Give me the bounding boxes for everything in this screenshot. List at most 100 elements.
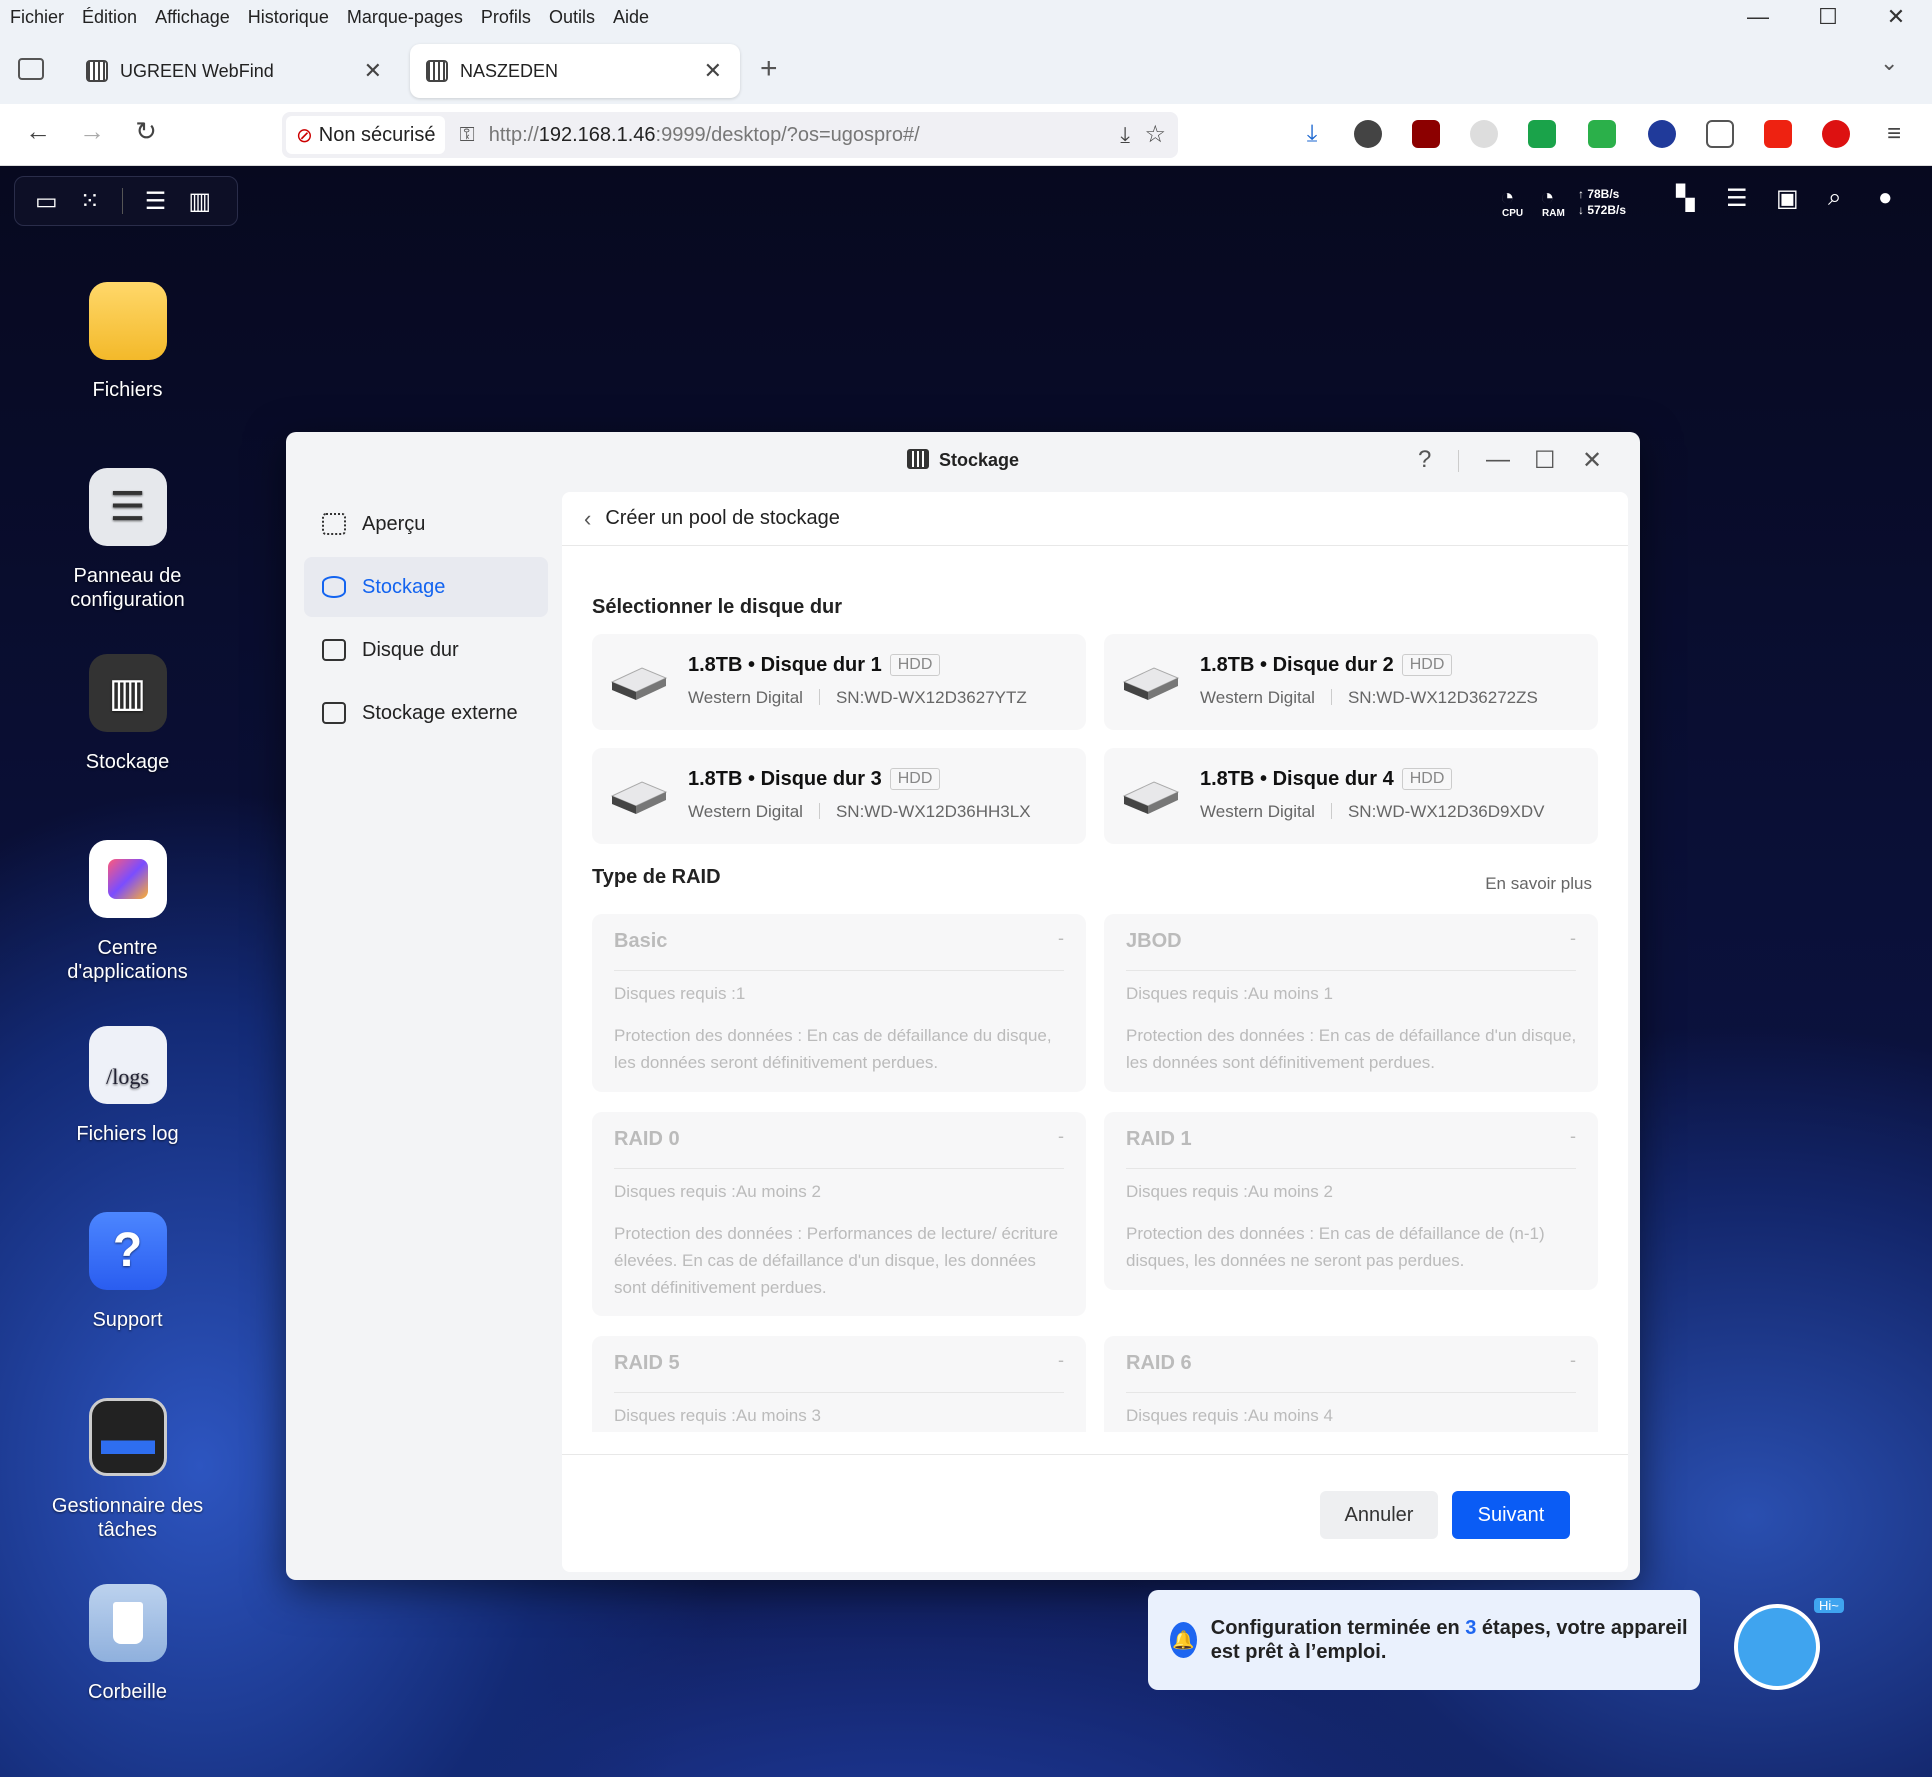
downloads-icon[interactable]: ⤓ [1298,120,1326,148]
messages-icon[interactable]: ▣ [1776,184,1799,213]
browser-minimize-button[interactable]: — [1738,4,1778,30]
bookmark-star-icon[interactable]: ☆ [1144,120,1166,149]
desktop-icon-fichiers-log[interactable]: /logs Fichiers log [40,1026,215,1146]
show-desktop-icon[interactable]: ▭ [35,187,58,216]
browser-maximize-button[interactable]: ☐ [1808,4,1848,30]
menu-aide[interactable]: Aide [613,7,649,28]
desktop-icon-corbeille[interactable]: Corbeille [40,1584,215,1704]
app-center-icon [88,840,167,918]
menu-outils[interactable]: Outils [549,7,595,28]
cpu-label: CPU [1502,208,1524,219]
network-speed[interactable]: ↑ 78B/s ↓ 572B/s [1578,186,1626,218]
ublock-icon[interactable] [1412,120,1440,148]
desktop-icon-panneau-de-configuration[interactable]: ☰ Panneau de configuration [40,468,215,612]
desktop-icon-fichiers[interactable]: Fichiers [40,282,215,402]
disk-subtitle: Western Digital SN:WD-WX12D36HH3LX [688,802,1031,821]
tab-ugreen-webfind[interactable]: UGREEN WebFind ✕ [70,44,400,98]
dock-settings-icon[interactable]: ☰ [145,187,167,216]
forward-arrow-icon[interactable]: → [74,116,110,147]
back-arrow-icon[interactable]: ← [20,116,56,147]
raid-option-raid5[interactable]: RAID 5 - Disques requis :Au moins 3 [592,1336,1086,1432]
extension-cloud-icon[interactable] [1470,120,1498,148]
extension-globe-icon[interactable] [1648,120,1676,148]
menu-edition[interactable]: Édition [82,7,137,28]
raid-divider [1126,970,1576,971]
raid-disks-required: Disques requis :Au moins 2 [614,1182,821,1201]
panel-header: ‹ Créer un pool de stockage [562,492,1628,546]
new-tab-icon[interactable]: + [760,52,778,86]
raid-option-basic[interactable]: Basic - Disques requis :1 Protection des… [592,914,1086,1092]
menu-affichage[interactable]: Affichage [155,7,230,28]
menu-historique[interactable]: Historique [248,7,329,28]
next-button[interactable]: Suivant [1452,1491,1570,1539]
window-close-button[interactable]: ✕ [1582,446,1602,475]
tab-close-icon[interactable]: ✕ [704,58,722,84]
disk-card-2[interactable]: 1.8TB • Disque dur 2 HDD Western Digital S… [1104,634,1598,730]
window-maximize-button[interactable]: ☐ [1534,446,1556,475]
raid-option-jbod[interactable]: JBOD - Disques requis :Au moins 1 Protec… [1104,914,1598,1092]
search-icon[interactable]: ⌕ [1828,184,1841,212]
url-text[interactable]: http://192.168.1.46:9999/desktop/?os=ugo… [489,124,920,147]
window-title-bar[interactable]: Stockage [286,432,1640,488]
tasks-list-icon[interactable]: ☰ [1726,184,1748,213]
raid-type-title: Type de RAID [592,866,721,888]
raid-divider [614,1168,1064,1169]
raid-option-raid6[interactable]: RAID 6 - Disques requis :Au moins 4 [1104,1336,1598,1432]
reload-icon[interactable]: ↻ [128,116,164,147]
sidebar-item-stockage-externe[interactable]: Stockage externe [304,683,548,743]
raid-disks-required: Disques requis :1 [614,984,746,1003]
address-bar[interactable]: ⊘ Non sécurisé ⚿ http://192.168.1.46:999… [282,112,1178,158]
window-help-button[interactable]: ? [1418,446,1431,474]
menu-fichier[interactable]: Fichier [10,7,64,28]
raid-status: - [1570,1126,1576,1146]
sidebar-item-apercu[interactable]: Aperçu [304,494,548,554]
widgets-icon[interactable]: ▚ [1676,184,1694,213]
extension-money-icon[interactable] [1588,120,1616,148]
app-grid-icon[interactable]: ⁙ [80,187,100,216]
learn-more-link[interactable]: En savoir plus [1485,874,1592,894]
setup-complete-toast[interactable]: 🔔 Configuration terminée en 3 étapes, vo… [1148,1590,1700,1690]
disk-card-4[interactable]: 1.8TB • Disque dur 4 HDD Western Digital S… [1104,748,1598,844]
extension-green-icon[interactable] [1528,120,1556,148]
raid-name: RAID 5 [614,1352,680,1374]
desktop-icon-support[interactable]: ? Support [40,1212,215,1332]
window-minimize-button[interactable]: — [1486,446,1510,474]
cancel-button[interactable]: Annuler [1320,1491,1438,1539]
security-indicator[interactable]: ⊘ Non sécurisé [286,116,446,154]
menu-profils[interactable]: Profils [481,7,531,28]
sidebar-item-label: Stockage externe [362,701,518,724]
disk-title: 1.8TB • Disque dur 1 HDD [688,654,941,677]
extension-p-icon[interactable] [1354,120,1382,148]
tab-overflow-chevron-icon[interactable]: ⌄ [1880,50,1898,76]
tab-list-icon[interactable] [18,58,44,80]
extension-red-icon[interactable] [1822,120,1850,148]
desktop-icon-stockage[interactable]: ▥ Stockage [40,654,215,774]
extension-shield-icon[interactable] [1764,120,1792,148]
sidebar-item-stockage[interactable]: Stockage [304,557,548,617]
assistant-robot-icon[interactable] [1734,1604,1820,1690]
extensions-puzzle-icon[interactable] [1706,120,1734,148]
browser-menu-icon[interactable]: ≡ [1880,120,1908,148]
window-title: Stockage [938,450,1020,470]
desktop-icon-centre-applications[interactable]: Centre d'applications [40,840,215,984]
browser-close-button[interactable]: ✕ [1876,4,1916,30]
sidebar-item-disque-dur[interactable]: Disque dur [304,620,548,680]
user-icon[interactable]: ● [1878,184,1893,212]
dock-storage-icon[interactable]: ▥ [188,187,211,216]
raid-option-raid1[interactable]: RAID 1 - Disques requis :Au moins 2 Prot… [1104,1112,1598,1290]
key-icon[interactable]: ⚿ [459,124,474,147]
disk-card-1[interactable]: 1.8TB • Disque dur 1 HDD Western Digital S… [592,634,1086,730]
menu-marque-pages[interactable]: Marque-pages [347,7,463,28]
raid-type-list[interactable]: Basic - Disques requis :1 Protection des… [592,914,1598,1432]
tab-close-icon[interactable]: ✕ [364,58,382,84]
raid-status: - [1058,1126,1064,1146]
raid-protection: Protection des données : En cas de défai… [614,1026,1052,1072]
back-chevron-icon[interactable]: ‹ [584,506,591,532]
settings-sliders-icon: ☰ [88,468,167,546]
raid-option-raid0[interactable]: RAID 0 - Disques requis :Au moins 2 Prot… [592,1112,1086,1316]
desktop-icon-label: Fichiers log [76,1123,179,1145]
page-download-icon[interactable]: ⤓ [1120,122,1130,148]
desktop-icon-gestionnaire-des-taches[interactable]: Gestionnaire des tâches [40,1398,215,1542]
disk-card-3[interactable]: 1.8TB • Disque dur 3 HDD Western Digital S… [592,748,1086,844]
tab-naszeden[interactable]: NASZEDEN ✕ [410,44,740,98]
